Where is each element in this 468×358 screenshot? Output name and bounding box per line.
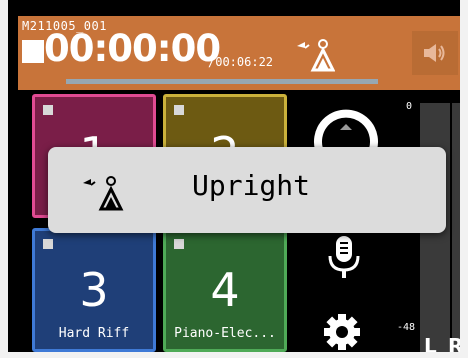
gear-icon[interactable]: [322, 312, 362, 352]
stop-icon[interactable]: [22, 40, 44, 63]
playback-progress-bar[interactable]: [66, 79, 378, 84]
track-select-mark: [43, 239, 53, 249]
recorder-screen: M211005_001 00:00:00 /00:06:22 1 2 3 Har…: [8, 0, 460, 352]
track-number: 4: [210, 263, 240, 317]
upright-piano-scene-icon[interactable]: [291, 34, 335, 74]
scene-name: Upright: [192, 169, 311, 202]
speaker-button[interactable]: [412, 31, 458, 75]
level-meter-right: [452, 103, 460, 352]
microphone-icon[interactable]: [324, 234, 364, 280]
meter-channel-right-label: R: [448, 334, 460, 352]
speaker-icon: [424, 44, 445, 62]
track-select-mark: [174, 239, 184, 249]
total-time: /00:06:22: [208, 55, 274, 69]
track-4-button[interactable]: 4 Piano-Elec...: [163, 228, 287, 352]
upright-piano-scene-icon: [83, 176, 124, 211]
meter-bottom-label: -48: [397, 322, 416, 333]
scene-popup: Upright: [48, 147, 446, 233]
track-name: Hard Riff: [58, 326, 130, 341]
meter-top-label: 0: [406, 101, 413, 112]
track-name: Piano-Elec...: [174, 326, 276, 341]
meter-channel-left-label: L: [424, 334, 437, 352]
elapsed-time: 00:00:00: [44, 27, 221, 70]
track-3-button[interactable]: 3 Hard Riff: [32, 228, 156, 352]
track-select-mark: [174, 105, 184, 115]
track-select-mark: [43, 105, 53, 115]
track-number: 3: [79, 263, 109, 317]
